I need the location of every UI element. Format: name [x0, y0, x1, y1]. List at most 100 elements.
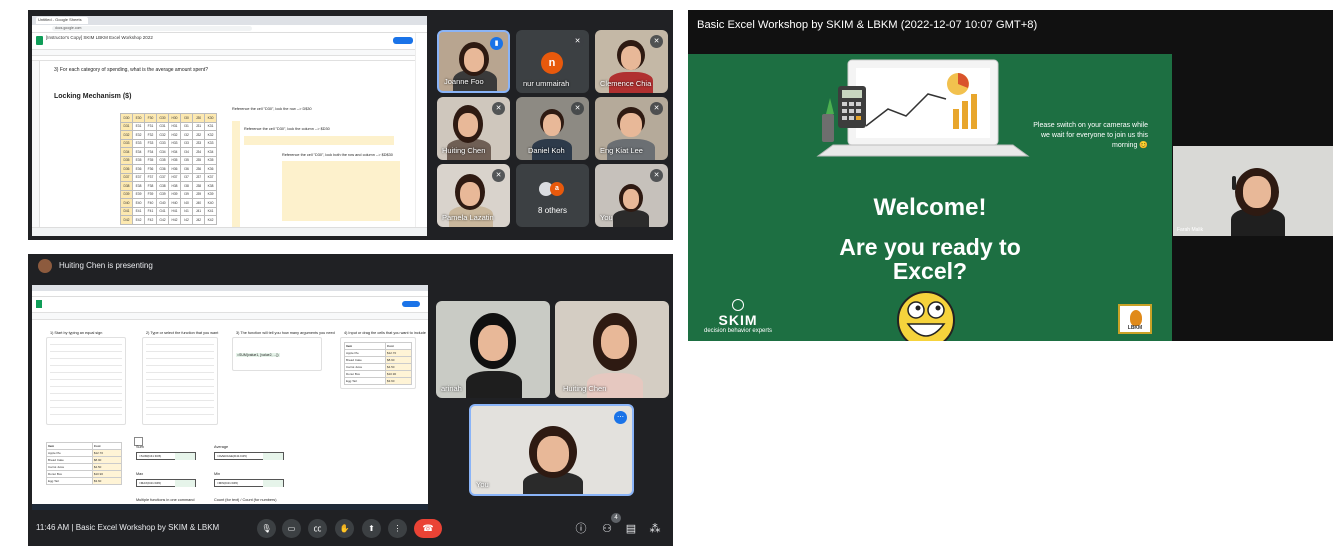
- grid-cell[interactable]: I34: [180, 147, 193, 157]
- grid-cell[interactable]: G37: [156, 172, 169, 182]
- grid-cell[interactable]: E31: [132, 121, 145, 131]
- grid-cell[interactable]: D38: [120, 181, 133, 191]
- grid-cell[interactable]: J41: [192, 206, 205, 216]
- self-tile[interactable]: ✕ You: [595, 164, 668, 227]
- chat-icon[interactable]: ▤: [624, 522, 638, 536]
- grid-cell[interactable]: F33: [144, 138, 157, 148]
- captions-icon[interactable]: ㏄: [308, 519, 327, 538]
- grid-cell[interactable]: H41: [168, 206, 181, 216]
- grid-cell[interactable]: D36: [120, 164, 133, 174]
- item-cell[interactable]: Donut Box: [46, 470, 93, 478]
- more-icon[interactable]: ⋯: [614, 411, 627, 424]
- participant-tile[interactable]: ✕ Daniel Koh: [516, 97, 589, 160]
- present-icon[interactable]: ⬆: [362, 519, 381, 538]
- grid-cell[interactable]: J38: [192, 181, 205, 191]
- url-field[interactable]: docs.google.com: [52, 26, 252, 31]
- grid-cell[interactable]: K39: [204, 189, 217, 199]
- grid-cell[interactable]: F34: [144, 147, 157, 157]
- cost-cell[interactable]: $10.90: [91, 470, 123, 478]
- item-cell[interactable]: Bread Cake: [344, 356, 386, 364]
- grid-cell[interactable]: I41: [180, 206, 193, 216]
- grid-cell[interactable]: I36: [180, 164, 193, 174]
- grid-cell[interactable]: G33: [156, 138, 169, 148]
- doc-title[interactable]: [Instructor's Copy] SKIM LBKM Excel Work…: [46, 35, 153, 40]
- grid-cell[interactable]: H32: [168, 130, 181, 140]
- grid-cell[interactable]: J36: [192, 164, 205, 174]
- grid-cell[interactable]: G30: [156, 113, 169, 123]
- participant-tile[interactable]: ✕ Huiting Chen: [437, 97, 510, 160]
- raise-hand-icon[interactable]: ✋: [335, 519, 354, 538]
- grid-cell[interactable]: F30: [144, 113, 157, 123]
- cost-cell[interactable]: $4.50: [384, 363, 413, 371]
- grid-cell[interactable]: K36: [204, 164, 217, 174]
- item-cell[interactable]: Donut Box: [344, 370, 386, 378]
- grid-cell[interactable]: D40: [120, 198, 133, 208]
- grid-cell[interactable]: I30: [180, 113, 193, 123]
- grid-cell[interactable]: H35: [168, 155, 181, 165]
- grid-cell[interactable]: H42: [168, 215, 181, 225]
- grid-cell[interactable]: I37: [180, 172, 193, 182]
- grid-cell[interactable]: H31: [168, 121, 181, 131]
- grid-cell[interactable]: F42: [144, 215, 157, 225]
- participant-tile[interactable]: n ✕ nur ummairah: [516, 30, 589, 93]
- item-cell[interactable]: Carrot Juice: [46, 463, 93, 471]
- share-button[interactable]: [402, 301, 420, 307]
- grid-cell[interactable]: I35: [180, 155, 193, 165]
- item-cell[interactable]: Egg Tart: [46, 477, 93, 485]
- grid-cell[interactable]: K35: [204, 155, 217, 165]
- mic-icon[interactable]: 🎙: [257, 519, 276, 538]
- grid-cell[interactable]: D39: [120, 189, 133, 199]
- activities-icon[interactable]: ⁂: [648, 522, 662, 536]
- participant-tile[interactable]: ✕ Eng Kiat Lee: [595, 97, 668, 160]
- grid-cell[interactable]: K34: [204, 147, 217, 157]
- grid-cell[interactable]: K41: [204, 206, 217, 216]
- grid-cell[interactable]: H37: [168, 172, 181, 182]
- browser-tab[interactable]: Untitled - Google Sheets: [36, 17, 88, 24]
- grid-cell[interactable]: E30: [132, 113, 145, 123]
- grid-cell[interactable]: F41: [144, 206, 157, 216]
- participant-tile[interactable]: Huiting Chen: [555, 301, 669, 398]
- participant-tile[interactable]: ✕ Clemence Chia: [595, 30, 668, 93]
- info-icon[interactable]: ⓘ: [574, 522, 588, 536]
- item-cell[interactable]: Bread Cake: [46, 456, 93, 464]
- grid-cell[interactable]: H40: [168, 198, 181, 208]
- participant-tile[interactable]: ✕ Pamela Lazatin: [437, 164, 510, 227]
- grid-cell[interactable]: E34: [132, 147, 145, 157]
- grid-cell[interactable]: D32: [120, 130, 133, 140]
- grid-cell[interactable]: F39: [144, 189, 157, 199]
- cost-cell[interactable]: $12.70: [91, 449, 123, 457]
- grid-cell[interactable]: E36: [132, 164, 145, 174]
- grid-cell[interactable]: G41: [156, 206, 169, 216]
- grid-cell[interactable]: J31: [192, 121, 205, 131]
- grid-cell[interactable]: E33: [132, 138, 145, 148]
- grid-cell[interactable]: H38: [168, 181, 181, 191]
- grid-cell[interactable]: H39: [168, 189, 181, 199]
- grid-cell[interactable]: F40: [144, 198, 157, 208]
- grid-cell[interactable]: G34: [156, 147, 169, 157]
- cost-cell[interactable]: $8.90: [384, 356, 413, 364]
- grid-cell[interactable]: E41: [132, 206, 145, 216]
- grid-cell[interactable]: I38: [180, 181, 193, 191]
- grid-cell[interactable]: I33: [180, 138, 193, 148]
- item-cell[interactable]: Egg Tart: [344, 377, 386, 385]
- self-tile[interactable]: ⋯ You: [469, 404, 634, 496]
- grid-cell[interactable]: J32: [192, 130, 205, 140]
- grid-cell[interactable]: E37: [132, 172, 145, 182]
- grid-cell[interactable]: F35: [144, 155, 157, 165]
- grid-cell[interactable]: D34: [120, 147, 133, 157]
- grid-cell[interactable]: G38: [156, 181, 169, 191]
- grid-cell[interactable]: D35: [120, 155, 133, 165]
- grid-cell[interactable]: G36: [156, 164, 169, 174]
- grid-cell[interactable]: D41: [120, 206, 133, 216]
- grid-cell[interactable]: F32: [144, 130, 157, 140]
- more-options-icon[interactable]: ⋮: [388, 519, 407, 538]
- grid-cell[interactable]: K37: [204, 172, 217, 182]
- cost-cell[interactable]: $12.70: [384, 349, 413, 357]
- grid-cell[interactable]: J37: [192, 172, 205, 182]
- grid-cell[interactable]: G31: [156, 121, 169, 131]
- grid-cell[interactable]: E35: [132, 155, 145, 165]
- cost-cell[interactable]: $8.90: [91, 456, 123, 464]
- item-cell[interactable]: Apple Pie: [344, 349, 386, 357]
- grid-cell[interactable]: K40: [204, 198, 217, 208]
- grid-cell[interactable]: I39: [180, 189, 193, 199]
